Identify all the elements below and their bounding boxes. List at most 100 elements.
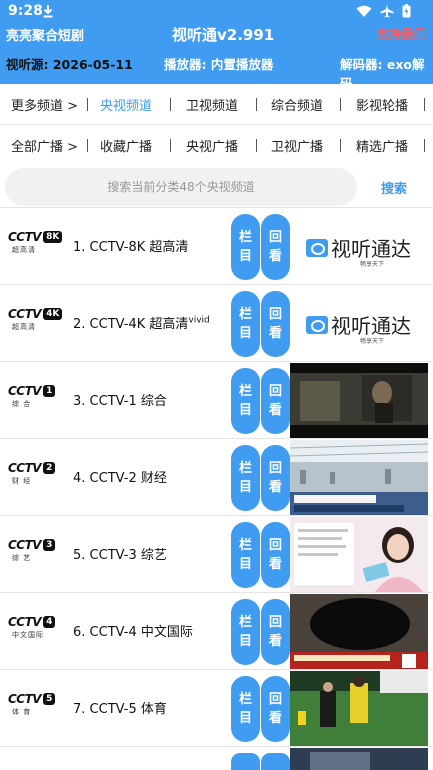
cctv-logo: CCTV 5 体 育 xyxy=(8,692,64,724)
cctv-logo: CCTV 8K 超高清 xyxy=(8,230,64,262)
channel-row[interactable]: CCTV 8K 超高清 1. CCTV-8K 超高清 栏目 回看 视听通达 畅享天… xyxy=(0,207,433,285)
cctv-logo-sub: 超高清 xyxy=(12,246,36,254)
channel-row[interactable] xyxy=(0,746,433,770)
search-input[interactable]: 搜索当前分类48个央视频道 xyxy=(5,168,357,206)
player-label[interactable]: 播放器: 内置播放器 xyxy=(164,54,273,73)
channel-name[interactable]: 6. CCTV-4 中文国际 xyxy=(73,621,193,640)
tab-divider xyxy=(340,98,341,111)
replay-button[interactable]: 回看 xyxy=(261,445,290,511)
replay-button[interactable]: 回看 xyxy=(261,214,290,280)
cctv-logo-text: CCTV xyxy=(8,230,42,244)
column-button[interactable]: 栏目 xyxy=(231,599,260,665)
channel-name[interactable]: 5. CCTV-3 综艺 xyxy=(73,544,167,563)
channel-name[interactable]: 2. CCTV-4K 超高清vivid xyxy=(73,313,210,332)
tab-cctv-channels[interactable]: 央视频道 xyxy=(100,95,152,114)
battery-icon xyxy=(402,4,411,18)
replay-button[interactable] xyxy=(261,753,290,770)
tab-favorite-radio[interactable]: 收藏广播 xyxy=(100,136,152,155)
tab-divider xyxy=(340,139,341,152)
channel-thumbnail[interactable] xyxy=(290,671,428,747)
status-time: 9:28 xyxy=(8,3,43,19)
status-bar: 9:28 xyxy=(0,0,433,24)
channel-thumbnail[interactable] xyxy=(290,748,428,770)
tab-satellite-radio[interactable]: 卫视广播 xyxy=(271,136,323,155)
channel-thumbnail[interactable]: 视听通达 畅享天下 xyxy=(290,286,428,362)
cctv-logo-text: CCTV xyxy=(8,615,42,629)
channel-thumbnail[interactable] xyxy=(290,363,428,439)
tab-divider xyxy=(170,98,171,111)
column-button[interactable] xyxy=(231,753,260,770)
cctv-logo-sub: 综 艺 xyxy=(12,554,32,562)
tv-brand-icon xyxy=(306,315,328,334)
channel-tabs: 更多频道 > 央视频道 卫视频道 综合频道 影视轮播 xyxy=(0,84,433,124)
cctv-logo-sub: 财 经 xyxy=(12,477,32,485)
channel-row[interactable]: CCTV 4K 超高清 2. CCTV-4K 超高清vivid 栏目 回看 视听通… xyxy=(0,284,433,362)
tab-more-channels[interactable]: 更多频道 > xyxy=(11,95,78,114)
channel-row[interactable]: CCTV 2 财 经 4. CCTV-2 财经 栏目 回看 xyxy=(0,438,433,516)
replay-button[interactable]: 回看 xyxy=(261,522,290,588)
replay-button[interactable]: 回看 xyxy=(261,291,290,357)
tab-movie-carousel[interactable]: 影视轮播 xyxy=(356,95,408,114)
column-button[interactable]: 栏目 xyxy=(231,676,260,742)
tab-cctv-radio[interactable]: 央视广播 xyxy=(186,136,238,155)
replay-button[interactable]: 回看 xyxy=(261,368,290,434)
column-button[interactable]: 栏目 xyxy=(231,291,260,357)
cctv-logo: CCTV 3 综 艺 xyxy=(8,538,64,570)
cctv-logo: CCTV 1 综 合 xyxy=(8,384,64,416)
tab-divider xyxy=(170,139,171,152)
channel-row[interactable]: CCTV 4 中文国际 6. CCTV-4 中文国际 栏目 回看 xyxy=(0,592,433,670)
replay-button[interactable]: 回看 xyxy=(261,676,290,742)
cctv-logo-number: 5 xyxy=(43,693,56,705)
cctv-logo-number: 4 xyxy=(43,616,56,628)
airplane-icon xyxy=(380,4,394,18)
channel-row[interactable]: CCTV 3 综 艺 5. CCTV-3 综艺 栏目 回看 xyxy=(0,515,433,593)
column-button[interactable]: 栏目 xyxy=(231,445,260,511)
brand-name: 视听通达 xyxy=(331,314,411,338)
tab-divider xyxy=(424,98,425,111)
column-button[interactable]: 栏目 xyxy=(231,368,260,434)
cctv-logo-sub: 综 合 xyxy=(12,400,32,408)
wifi-icon xyxy=(356,5,372,17)
tab-all-radio[interactable]: 全部广播 > xyxy=(11,136,78,155)
brand-tagline: 畅享天下 xyxy=(360,261,385,268)
channel-name[interactable]: 4. CCTV-2 财经 xyxy=(73,467,167,486)
channel-thumbnail[interactable]: 视听通达 畅享天下 xyxy=(290,209,428,285)
cctv-logo-number: 2 xyxy=(43,462,56,474)
cctv-logo-text: CCTV xyxy=(8,307,42,321)
channel-name[interactable]: 7. CCTV-5 体育 xyxy=(73,698,167,717)
channel-thumbnail[interactable] xyxy=(290,594,428,670)
channel-row[interactable]: CCTV 5 体 育 7. CCTV-5 体育 栏目 回看 xyxy=(0,669,433,747)
app-name: 亮亮聚合短剧 xyxy=(6,29,85,44)
channel-thumbnail[interactable] xyxy=(290,440,428,516)
tab-divider xyxy=(256,139,257,152)
column-button[interactable]: 栏目 xyxy=(231,214,260,280)
brand-name: 视听通达 xyxy=(331,237,411,261)
channel-name[interactable]: 1. CCTV-8K 超高清 xyxy=(73,236,188,255)
tab-selected-radio[interactable]: 精选广播 xyxy=(356,136,408,155)
cctv-logo: CCTV 4K 超高清 xyxy=(8,307,64,339)
support-link[interactable]: 支持我们 xyxy=(377,25,425,42)
tab-satellite-channels[interactable]: 卫视频道 xyxy=(186,95,238,114)
source-label[interactable]: 视听源: 2026-05-11 xyxy=(6,54,133,73)
cctv-logo: CCTV 4 中文国际 xyxy=(8,615,64,647)
channel-thumbnail[interactable] xyxy=(290,517,428,593)
tv-brand-icon xyxy=(306,238,328,257)
cctv-logo-sub: 超高清 xyxy=(12,323,36,331)
column-button[interactable]: 栏目 xyxy=(231,522,260,588)
cctv-logo-text: CCTV xyxy=(8,461,42,475)
search-placeholder: 搜索当前分类48个央视频道 xyxy=(107,180,255,194)
search-button[interactable]: 搜索 xyxy=(381,178,407,197)
channel-row[interactable]: CCTV 1 综 合 3. CCTV-1 综合 栏目 回看 xyxy=(0,361,433,439)
cctv-logo-number: 4K xyxy=(43,308,63,320)
info-row: 视听源: 2026-05-11 播放器: 内置播放器 解码器: exo解码 xyxy=(0,52,433,91)
channel-name[interactable]: 3. CCTV-1 综合 xyxy=(73,390,167,409)
replay-button[interactable]: 回看 xyxy=(261,599,290,665)
radio-tabs: 全部广播 > 收藏广播 央视广播 卫视广播 精选广播 xyxy=(0,125,433,165)
app-title: 视听通v2.991 xyxy=(172,26,275,44)
tab-general-channels[interactable]: 综合频道 xyxy=(271,95,323,114)
tab-divider xyxy=(87,98,88,111)
cctv-logo-number: 3 xyxy=(43,539,56,551)
app-header: 9:28 亮亮聚合短剧 视听通v2.991 支持我们 视听源: 2026-05-… xyxy=(0,0,433,91)
tab-divider xyxy=(424,139,425,152)
cctv-logo-text: CCTV xyxy=(8,692,42,706)
